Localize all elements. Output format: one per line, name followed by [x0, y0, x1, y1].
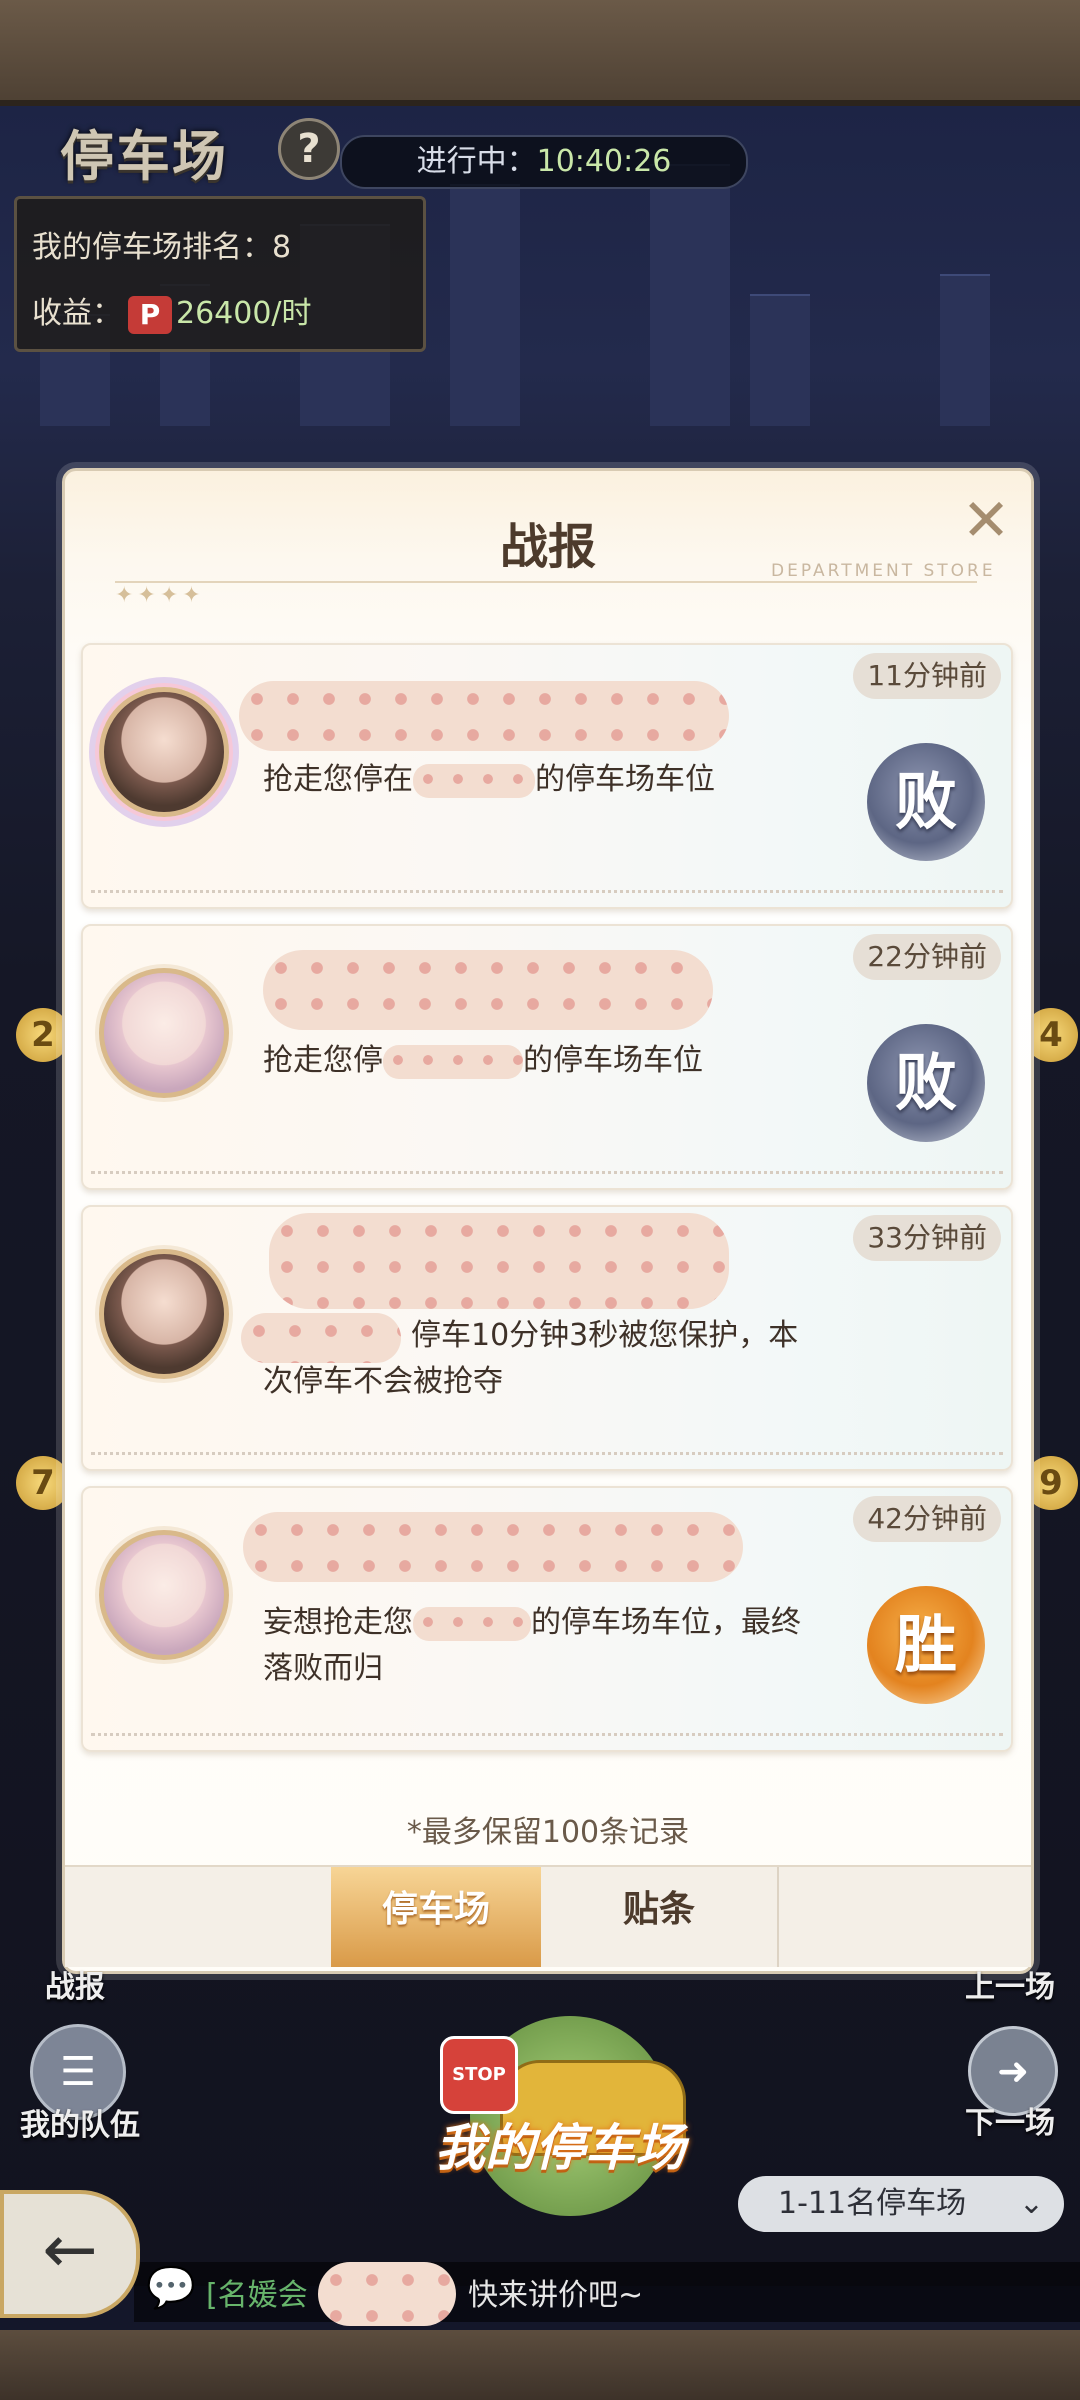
back-arrow-icon[interactable]: ← — [0, 2190, 140, 2318]
privacy-mask — [318, 2262, 456, 2326]
report-time: 22分钟前 — [853, 934, 1001, 980]
income-text: 收益： P 26400/时 — [32, 288, 312, 334]
report-text-head: 抢走您停在 — [263, 762, 413, 797]
status-timer: 进行中：10:40:26 — [340, 135, 748, 189]
status-time: 10:40:26 — [536, 144, 672, 179]
tab-tickets[interactable]: 贴条 — [541, 1867, 779, 1967]
privacy-mask — [413, 763, 535, 798]
report-text: 抢走您停 的停车场车位 — [263, 1038, 823, 1084]
report-card[interactable]: 11分钟前 抢走您停在 的停车场车位 败 — [81, 643, 1013, 909]
privacy-mask — [239, 681, 729, 751]
player-avatar[interactable] — [99, 968, 229, 1098]
rank-text: 我的停车场排名：8 — [32, 230, 292, 265]
income-value: 26400/时 — [176, 296, 312, 331]
dotted-divider — [91, 890, 1003, 893]
defeat-badge: 败 — [867, 1024, 985, 1142]
report-text-head: 抢走您停 — [263, 1043, 383, 1078]
dotted-divider — [91, 1171, 1003, 1174]
report-text: 抢走您停在 的停车场车位 — [263, 757, 823, 803]
chat-message: 快来讲价吧~ — [468, 2278, 644, 2313]
divider — [115, 581, 977, 583]
next-button[interactable]: 下一场 — [950, 2098, 1070, 2142]
income-label: 收益： — [32, 296, 122, 331]
battle-report-button[interactable]: 战报 — [30, 1962, 120, 2006]
privacy-mask — [383, 1044, 523, 1079]
report-text: 停车10分钟3秒被您保护，本次停车不会被抢夺 — [263, 1318, 799, 1399]
record-limit-note: *最多保留100条记录 — [406, 1815, 690, 1850]
stars-decoration: ✦✦✦✦ — [115, 583, 205, 608]
my-team-button[interactable]: 我的队伍 — [10, 2100, 150, 2144]
report-time: 33分钟前 — [853, 1215, 1001, 1261]
dialog-subtitle: DEPARTMENT STORE — [771, 561, 996, 581]
player-avatar[interactable] — [99, 1249, 229, 1379]
report-card[interactable]: 22分钟前 抢走您停 的停车场车位 败 — [81, 924, 1013, 1190]
privacy-mask — [243, 1512, 743, 1582]
top-frame — [0, 0, 1080, 106]
player-avatar[interactable] — [99, 1530, 229, 1660]
report-card[interactable]: 42分钟前 妄想抢走您 的停车场车位，最终落败而归 胜 — [81, 1486, 1013, 1752]
dotted-divider — [91, 1733, 1003, 1736]
my-parking-lot-button[interactable]: 我的停车场 — [420, 2122, 700, 2174]
player-avatar[interactable] — [99, 687, 229, 817]
chat-channel: [名媛会 — [206, 2278, 308, 2313]
stop-sign-icon: STOP — [440, 2036, 518, 2114]
parking-coin-icon: P — [128, 295, 172, 334]
range-select[interactable]: 1-11名停车场 ⌄ — [738, 2176, 1064, 2232]
report-text-tail: 的停车场车位 — [523, 1043, 703, 1078]
privacy-mask — [413, 1606, 531, 1641]
bottom-frame — [0, 2330, 1080, 2400]
report-card[interactable]: 33分钟前 停车10分钟3秒被您保护，本次停车不会被抢夺 — [81, 1205, 1013, 1471]
dotted-divider — [91, 1452, 1003, 1455]
help-button[interactable]: ? — [278, 118, 340, 180]
report-time: 11分钟前 — [853, 653, 1001, 699]
status-label: 进行中： — [416, 144, 537, 179]
privacy-mask — [263, 950, 713, 1030]
report-time: 42分钟前 — [853, 1496, 1001, 1542]
defeat-badge: 败 — [867, 743, 985, 861]
report-text-head: 妄想抢走您 — [263, 1605, 413, 1640]
report-text: 妄想抢走您 的停车场车位，最终落败而归 — [263, 1600, 823, 1692]
tab-parking-lot[interactable]: 停车场 — [331, 1867, 541, 1967]
dialog-tabs: 停车场 贴条 — [65, 1865, 1031, 1967]
previous-button[interactable]: 上一场 — [940, 1962, 1080, 2006]
close-icon[interactable]: ✕ — [959, 491, 1013, 549]
battle-report-dialog: 战报 ✕ DEPARTMENT STORE ✦✦✦✦ 11分钟前 抢走您停在 的停… — [62, 468, 1034, 1974]
page-title: 停车场 — [60, 125, 228, 188]
range-select-value: 1-11名停车场 — [778, 2186, 967, 2221]
chat-bubble-icon[interactable]: 💬 — [146, 2266, 196, 2310]
chevron-down-icon: ⌄ — [1018, 2186, 1044, 2221]
privacy-mask — [269, 1213, 729, 1309]
report-text-tail: 的停车场车位 — [535, 762, 715, 797]
victory-badge: 胜 — [867, 1586, 985, 1704]
